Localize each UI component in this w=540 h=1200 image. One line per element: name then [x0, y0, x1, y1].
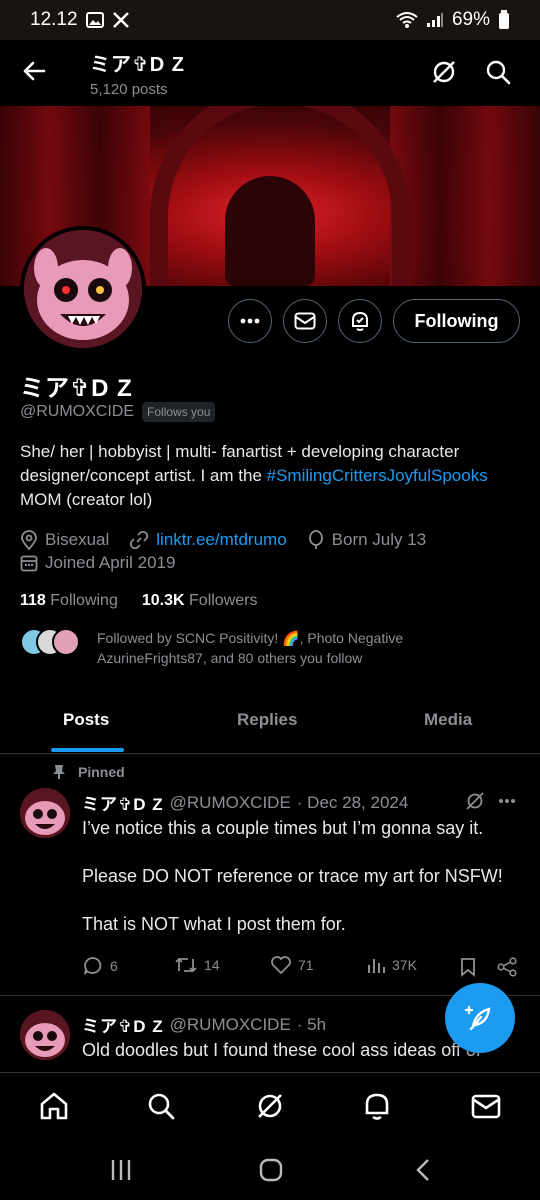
- views-icon: [368, 959, 385, 973]
- tab-media[interactable]: Media: [424, 710, 472, 730]
- status-bar: 12.12 69%: [0, 0, 540, 40]
- post-date: · 5h: [296, 1014, 327, 1034]
- view-count: 37K: [392, 957, 417, 973]
- avatar: [52, 628, 80, 656]
- post-more-icon[interactable]: [498, 798, 516, 804]
- tab-indicator: [51, 748, 124, 752]
- post-text: I’ve notice this a couple times but I’m …: [82, 818, 503, 934]
- profile-link[interactable]: linktr.ee/mtdrumo: [156, 530, 286, 550]
- profile-bio: She/ her | hobbyist | multi- fanartist +…: [20, 440, 525, 512]
- notifications-button[interactable]: [338, 299, 382, 343]
- tab-posts[interactable]: Posts: [63, 710, 109, 730]
- profile-avatar[interactable]: [20, 226, 146, 352]
- profile-birthday: Born July 13: [331, 530, 427, 549]
- views-button[interactable]: 37K: [366, 955, 417, 975]
- envelope-icon: [294, 312, 316, 330]
- back-icon[interactable]: [415, 1158, 431, 1182]
- clock: 12.12: [30, 9, 78, 30]
- pinned-label: Pinned: [52, 764, 125, 780]
- post-header: ミア✞D Z @RUMOXCIDE · 5h: [82, 1012, 326, 1037]
- followed-by[interactable]: Followed by SCNC Positivity! 🌈, Photo Ne…: [20, 628, 497, 668]
- bottom-navigation: [0, 1072, 540, 1138]
- battery-icon: [499, 10, 509, 29]
- tab-replies[interactable]: Replies: [237, 710, 297, 730]
- repost-count: 14: [204, 957, 220, 973]
- pin-icon: [53, 765, 65, 779]
- back-arrow-icon[interactable]: [20, 57, 48, 85]
- signal-icon: [426, 13, 443, 27]
- recents-icon[interactable]: [110, 1158, 132, 1182]
- profile-tabs: Posts Replies Media: [0, 688, 540, 754]
- top-bar: ミア✞D Z 5,120 posts: [0, 40, 540, 106]
- followers-label: Followers: [189, 592, 258, 609]
- profile-meta-row-2: Joined April 2019: [20, 553, 195, 573]
- reply-button[interactable]: 6: [82, 955, 118, 977]
- profile-joined: Joined April 2019: [45, 553, 176, 572]
- bookmark-icon[interactable]: [459, 957, 477, 977]
- post-avatar[interactable]: [20, 1010, 70, 1060]
- more-dots-icon: [240, 318, 260, 324]
- heart-icon: [271, 956, 291, 975]
- grok-icon[interactable]: [254, 1090, 286, 1122]
- reply-count: 6: [110, 958, 118, 974]
- notifications-icon[interactable]: [361, 1090, 393, 1122]
- search-icon[interactable]: [145, 1090, 177, 1122]
- following-button[interactable]: Following: [393, 299, 520, 343]
- followers-count-link[interactable]: 10.3K Followers: [142, 592, 258, 610]
- home-button-icon[interactable]: [259, 1158, 283, 1182]
- following-count: 118: [20, 592, 46, 609]
- bio-text-2: MOM (creator lol): [20, 490, 153, 509]
- post-actions: 6 14 71 37K: [82, 955, 522, 979]
- follow-counts: 118 Following 10.3K Followers: [20, 592, 257, 610]
- profile-meta-row-1: Bisexual linktr.ee/mtdrumo Born July 13: [20, 530, 446, 550]
- post-author-name[interactable]: ミア✞D Z: [82, 790, 164, 815]
- followers-count: 10.3K: [141, 592, 185, 609]
- share-icon[interactable]: [496, 957, 518, 977]
- followed-by-text: Followed by SCNC Positivity! 🌈, Photo Ne…: [97, 630, 404, 666]
- post-header: ミア✞D Z @RUMOXCIDE · Dec 28, 2024: [82, 790, 408, 815]
- messages-icon[interactable]: [470, 1090, 502, 1122]
- post-author-handle: @RUMOXCIDE: [169, 1014, 291, 1034]
- handle-row: @RUMOXCIDE Follows you: [20, 402, 216, 422]
- post-date: · Dec 28, 2024: [296, 792, 409, 812]
- calendar-icon: [20, 555, 38, 572]
- header-titles: ミア✞D Z 5,120 posts: [90, 48, 185, 98]
- bell-check-icon: [352, 311, 368, 331]
- follower-avatar-stack: [20, 628, 84, 658]
- post-count: 5,120 posts: [90, 81, 168, 98]
- follows-you-badge: Follows you: [142, 402, 216, 422]
- system-navigation: [0, 1138, 540, 1200]
- repost-button[interactable]: 14: [174, 955, 220, 975]
- battery-percent: 69%: [451, 9, 490, 30]
- profile-name: ミア✞D Z: [20, 375, 133, 402]
- profile-handle: @RUMOXCIDE: [20, 403, 135, 420]
- x-logo-icon: [112, 12, 129, 28]
- like-button[interactable]: 71: [270, 955, 314, 975]
- link-icon: [130, 530, 149, 550]
- wifi-icon: [396, 12, 418, 28]
- profile-location: Bisexual: [45, 530, 110, 549]
- post-author-handle: @RUMOXCIDE: [169, 792, 291, 812]
- more-options-button[interactable]: [228, 299, 272, 343]
- message-button[interactable]: [283, 299, 327, 343]
- grok-icon[interactable]: [430, 58, 458, 86]
- grok-icon[interactable]: [465, 791, 485, 811]
- bio-hashtag-link[interactable]: #SmilingCrittersJoyfulSpooks: [267, 466, 488, 485]
- post-author-name[interactable]: ミア✞D Z: [82, 1012, 164, 1037]
- compose-feather-icon: [464, 1005, 491, 1031]
- following-label: Following: [50, 592, 118, 609]
- following-count-link[interactable]: 118 Following: [20, 592, 118, 610]
- reply-icon: [84, 957, 102, 975]
- home-icon[interactable]: [38, 1090, 70, 1122]
- balloon-icon: [308, 530, 323, 549]
- search-icon[interactable]: [484, 58, 512, 86]
- post-avatar[interactable]: [20, 788, 70, 838]
- like-count: 71: [298, 957, 314, 973]
- location-pin-icon: [21, 530, 37, 550]
- compose-post-button[interactable]: [445, 983, 515, 1053]
- gallery-icon: [85, 12, 104, 28]
- repost-icon: [175, 957, 197, 973]
- header-title: ミア✞D Z: [90, 54, 185, 76]
